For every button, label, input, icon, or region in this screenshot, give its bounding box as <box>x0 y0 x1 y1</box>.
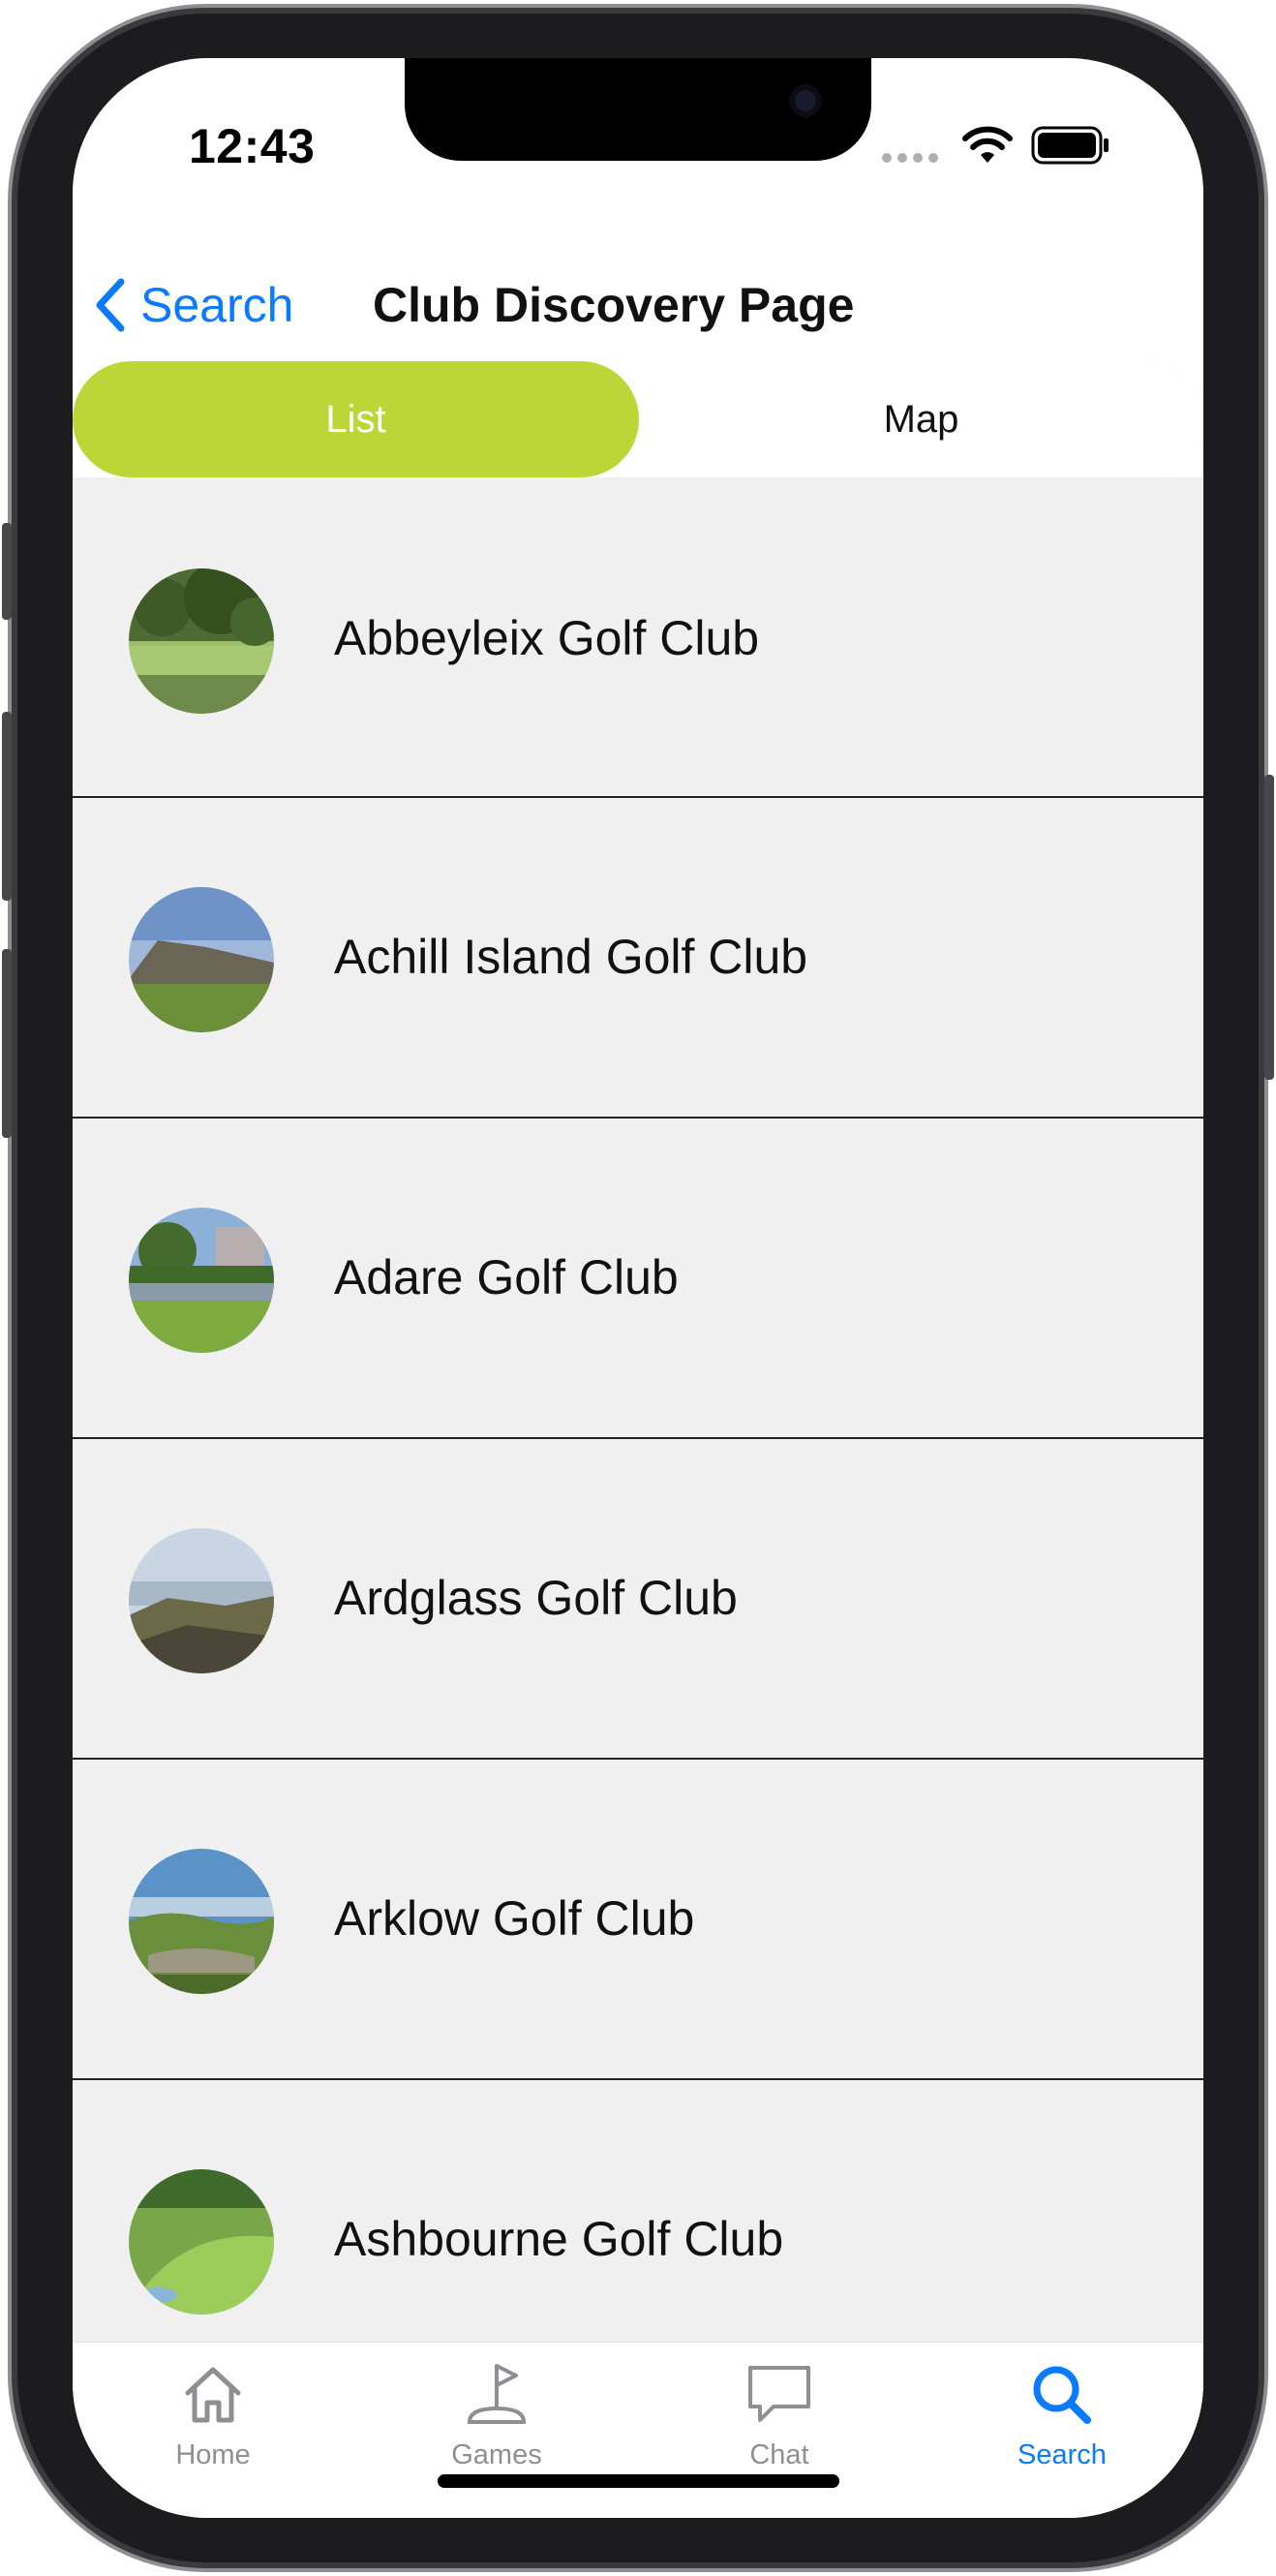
house-icon <box>185 2367 241 2423</box>
tab-games-label: Games <box>451 2439 542 2470</box>
app-screen: 12:43 Search Club Discovery Page List Ma… <box>73 58 1203 2518</box>
tab-bar: Home Games Chat Search <box>73 2342 1203 2518</box>
club-name: Abbeyleix Golf Club <box>334 611 760 665</box>
club-name: Adare Golf Club <box>334 1250 679 1304</box>
seaside-rocks-photo <box>129 1528 274 1673</box>
club-row-ardglass[interactable]: Ardglass Golf Club <box>73 1439 1203 1760</box>
golf-flag-icon <box>467 2364 527 2424</box>
back-button-label: Search <box>140 278 294 332</box>
tab-chat-label: Chat <box>749 2439 809 2470</box>
fairway-green-photo <box>129 2169 274 2315</box>
device-frame: 12:43 Search Club Discovery Page List Ma… <box>0 0 1276 2576</box>
club-name: Ashbourne Golf Club <box>334 2212 784 2266</box>
tab-home-label: Home <box>175 2439 251 2470</box>
mute-switch <box>2 523 12 620</box>
club-list: Abbeyleix Golf Club Achill Island Golf C… <box>73 477 1203 2342</box>
chat-bubble-icon <box>748 2366 810 2422</box>
volume-up-button <box>2 712 12 901</box>
tab-search-label: Search <box>1018 2439 1107 2470</box>
back-button[interactable]: Search <box>92 261 293 349</box>
magnifier-icon <box>1033 2366 1091 2424</box>
parkland-trees-photo <box>129 568 274 714</box>
wifi-icon <box>962 126 1013 163</box>
links-dunes-photo <box>129 1849 274 1994</box>
home-indicator[interactable] <box>438 2474 839 2488</box>
cellular-signal-icon <box>882 153 938 163</box>
club-row-abbeyleix[interactable]: Abbeyleix Golf Club <box>73 477 1203 798</box>
club-name: Achill Island Golf Club <box>334 930 808 984</box>
chevron-left-icon <box>96 278 125 332</box>
notch <box>405 58 871 161</box>
volume-down-button <box>2 949 12 1138</box>
manor-house-lake-photo <box>129 1208 274 1353</box>
club-row-achill-island[interactable]: Achill Island Golf Club <box>73 798 1203 1119</box>
club-name: Ardglass Golf Club <box>334 1571 738 1625</box>
club-row-arklow[interactable]: Arklow Golf Club <box>73 1760 1203 2080</box>
segment-list[interactable]: List <box>73 361 639 477</box>
battery-icon <box>1031 126 1109 165</box>
power-button <box>1264 775 1274 1080</box>
club-name: Arklow Golf Club <box>334 1891 695 1946</box>
tab-search[interactable]: Search <box>965 2360 1159 2496</box>
club-row-adare[interactable]: Adare Golf Club <box>73 1119 1203 1439</box>
status-time: 12:43 <box>189 119 316 173</box>
view-segmented-control: List Map <box>73 361 1203 477</box>
club-row-ashbourne[interactable]: Ashbourne Golf Club <box>73 2080 1203 2342</box>
page-title: Club Discovery Page <box>373 278 855 332</box>
tab-home[interactable]: Home <box>116 2360 310 2496</box>
segment-map[interactable]: Map <box>639 361 1203 477</box>
coastal-links-photo <box>129 887 274 1032</box>
camera-icon <box>789 84 822 117</box>
